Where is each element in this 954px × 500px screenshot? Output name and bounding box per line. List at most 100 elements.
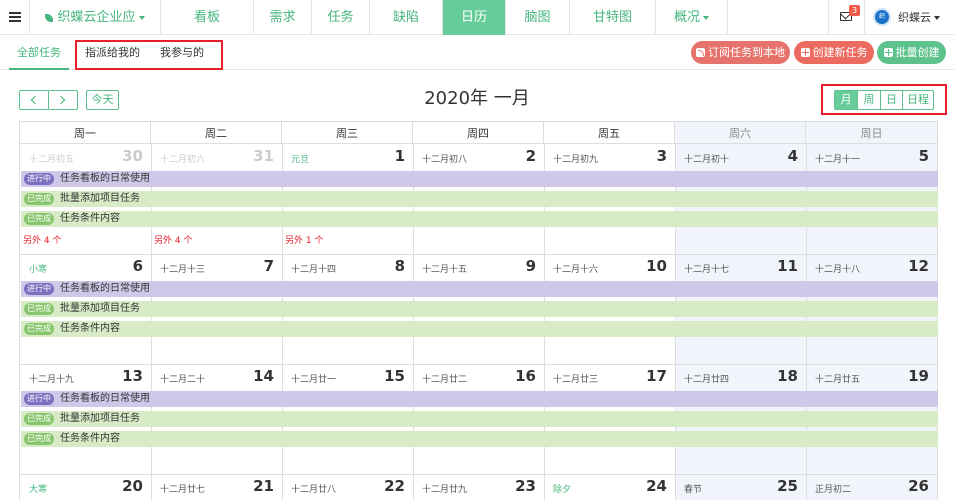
task-event-bar[interactable]: 已完成 任务条件内容	[21, 431, 938, 447]
day-cell[interactable]: 正月初二 26	[806, 474, 937, 500]
user-name-label: 织蝶云	[898, 11, 931, 24]
task-event-bar[interactable]: 进行中 任务看板的日常使用	[21, 391, 938, 407]
day-cell[interactable]: 十二月初九 3	[544, 144, 675, 170]
day-number: 13	[122, 367, 143, 385]
lunar-date: 十二月十八	[815, 265, 861, 275]
lunar-date: 十二月廿九	[422, 485, 468, 495]
nav-tab-requirements[interactable]: 需求	[254, 0, 312, 35]
task-event-bar[interactable]: 进行中 任务看板的日常使用	[21, 171, 938, 187]
day-number: 12	[908, 257, 929, 275]
day-number: 31	[253, 147, 274, 165]
day-cell[interactable]: 十二月廿五 19	[806, 364, 937, 390]
subtab-all-tasks[interactable]: 全部任务	[9, 35, 69, 70]
more-events-link[interactable]: 另外 4 个	[154, 233, 192, 246]
task-title: 任务条件内容	[60, 433, 120, 444]
lunar-date: 十二月十九	[29, 375, 75, 385]
nav-tab-overview[interactable]: 概况	[656, 0, 728, 35]
day-cell[interactable]: 元旦 1	[282, 144, 413, 170]
day-cell[interactable]: 十二月廿二 16	[413, 364, 544, 390]
day-number: 15	[384, 367, 405, 385]
project-selector[interactable]: 织蝶云企业应	[30, 0, 161, 35]
lunar-date: 元旦	[291, 155, 310, 165]
day-cell[interactable]: 十二月初十 4	[675, 144, 806, 170]
nav-tab-bugs[interactable]: 缺陷	[370, 0, 443, 35]
day-cell[interactable]: 十二月初五 30	[20, 144, 151, 170]
task-status-tag: 进行中	[24, 393, 54, 405]
task-event-bar[interactable]: 已完成 任务条件内容	[21, 211, 938, 227]
day-cell[interactable]: 十二月十六 10	[544, 254, 675, 280]
batch-create-button[interactable]: 批量创建	[877, 41, 946, 64]
day-cell[interactable]: 十二月十七 11	[675, 254, 806, 280]
task-event-bar[interactable]: 已完成 批量添加项目任务	[21, 411, 938, 427]
lunar-date: 春节	[684, 485, 703, 495]
day-cell[interactable]: 十二月十八 12	[806, 254, 937, 280]
day-cell[interactable]: 十二月廿三 17	[544, 364, 675, 390]
nav-tab-tasks[interactable]: 任务	[312, 0, 370, 35]
task-title: 任务看板的日常使用	[60, 393, 150, 404]
task-status-tag: 已完成	[24, 193, 54, 205]
task-event-bar[interactable]: 已完成 任务条件内容	[21, 321, 938, 337]
day-number: 10	[646, 257, 667, 275]
rss-icon	[696, 48, 705, 57]
subscribe-tasks-button[interactable]: 订阅任务到本地	[691, 41, 790, 64]
avatar: 织	[873, 8, 891, 26]
task-status-tag: 已完成	[24, 213, 54, 225]
day-cell[interactable]: 十二月十一 5	[806, 144, 937, 170]
create-task-button[interactable]: 创建新任务	[794, 41, 874, 64]
day-cell[interactable]: 十二月十五 9	[413, 254, 544, 280]
lunar-date: 十二月十五	[422, 265, 468, 275]
day-number: 24	[646, 477, 667, 495]
day-cell[interactable]: 十二月初八 2	[413, 144, 544, 170]
project-name: 织蝶云企业应	[57, 10, 136, 25]
task-event-bar[interactable]: 已完成 批量添加项目任务	[21, 301, 938, 317]
day-cell[interactable]: 大寒 20	[20, 474, 151, 500]
nav-tab-mindmap[interactable]: 脑图	[506, 0, 570, 35]
day-number: 17	[646, 367, 667, 385]
nav-tab-gantt[interactable]: 甘特图	[570, 0, 656, 35]
task-event-bar[interactable]: 进行中 任务看板的日常使用	[21, 281, 938, 297]
day-number: 22	[384, 477, 405, 495]
subscribe-label: 订阅任务到本地	[708, 46, 785, 59]
lunar-date: 十二月廿二	[422, 375, 468, 385]
day-number: 11	[777, 257, 798, 275]
weekday-header: 周二	[151, 121, 282, 144]
lunar-date: 十二月廿七	[160, 485, 206, 495]
day-cell[interactable]: 十二月十三 7	[151, 254, 282, 280]
task-status-tag: 已完成	[24, 323, 54, 335]
menu-icon[interactable]	[0, 0, 30, 35]
lunar-date: 十二月初十	[684, 155, 730, 165]
day-cell[interactable]: 十二月廿九 23	[413, 474, 544, 500]
day-number: 8	[394, 257, 405, 275]
weekday-header: 周五	[544, 121, 675, 144]
task-event-bar[interactable]: 已完成 批量添加项目任务	[21, 191, 938, 207]
day-cell[interactable]: 十二月廿四 18	[675, 364, 806, 390]
day-cell[interactable]: 十二月十四 8	[282, 254, 413, 280]
day-number: 14	[253, 367, 274, 385]
more-events-link[interactable]: 另外 4 个	[23, 233, 61, 246]
day-number: 9	[525, 257, 536, 275]
user-menu[interactable]: 织 织蝶云	[864, 0, 954, 35]
lunar-date: 大寒	[29, 485, 48, 495]
day-cell[interactable]: 小寒 6	[20, 254, 151, 280]
day-number: 30	[122, 147, 143, 165]
nav-tab-kanban[interactable]: 看板	[161, 0, 254, 35]
task-title: 批量添加项目任务	[60, 193, 140, 204]
lunar-date: 十二月廿三	[553, 375, 599, 385]
calendar-title: 2020年 一月	[424, 88, 530, 109]
day-cell[interactable]: 十二月初六 31	[151, 144, 282, 170]
day-cell[interactable]: 十二月二十 14	[151, 364, 282, 390]
nav-tab-calendar[interactable]: 日历	[443, 0, 506, 35]
day-cell[interactable]: 十二月廿一 15	[282, 364, 413, 390]
day-cell[interactable]: 十二月廿八 22	[282, 474, 413, 500]
day-cell[interactable]: 春节 25	[675, 474, 806, 500]
day-cell[interactable]: 十二月廿七 21	[151, 474, 282, 500]
day-number: 19	[908, 367, 929, 385]
day-cell[interactable]: 十二月十九 13	[20, 364, 151, 390]
more-events-link[interactable]: 另外 1 个	[285, 233, 323, 246]
task-status-tag: 已完成	[24, 413, 54, 425]
day-cell[interactable]: 除夕 24	[544, 474, 675, 500]
task-title: 批量添加项目任务	[60, 303, 140, 314]
day-number: 2	[525, 147, 536, 165]
lunar-date: 十二月廿四	[684, 375, 730, 385]
mail-button[interactable]: 3	[828, 0, 864, 35]
